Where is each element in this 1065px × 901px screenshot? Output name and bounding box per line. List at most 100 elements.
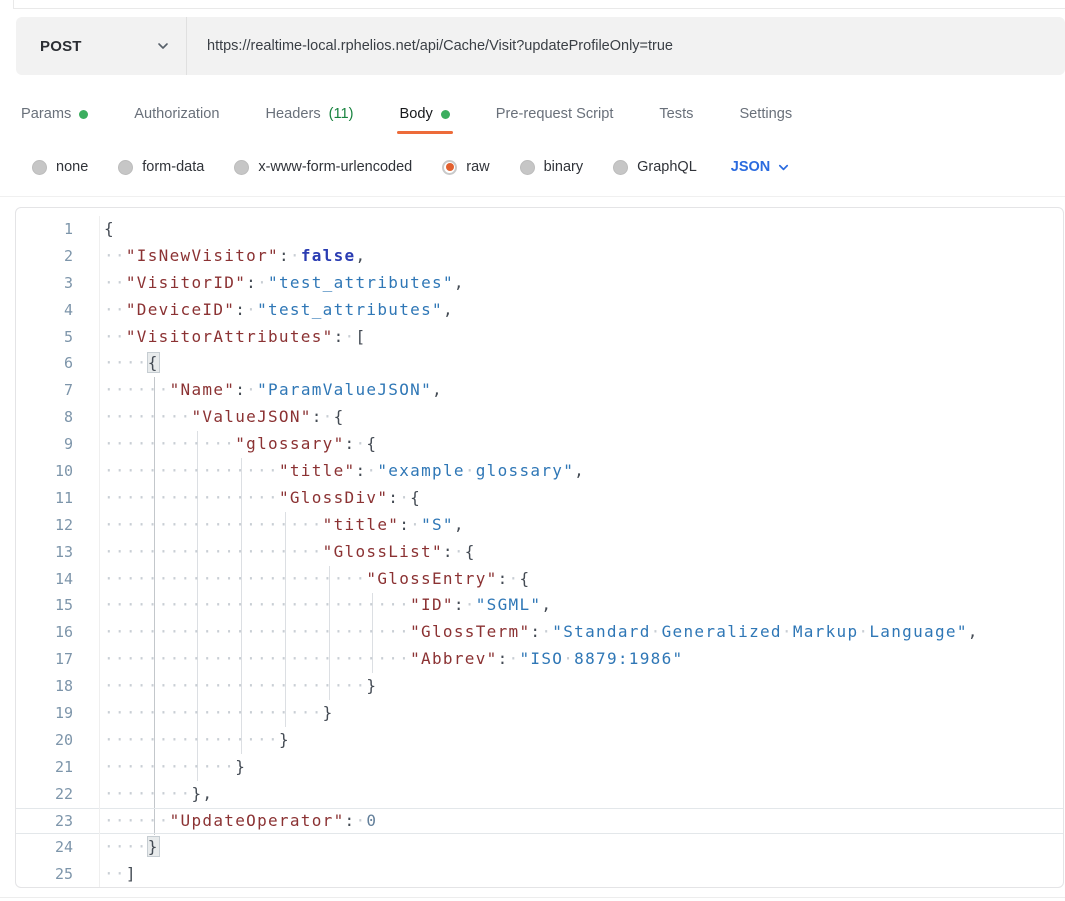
whitespace-dots: ············ [104, 434, 235, 453]
token-p: : [530, 622, 541, 641]
token-p: : [355, 461, 366, 480]
whitespace-dots: ·· [104, 300, 126, 319]
code-line[interactable]: 6····{ [16, 350, 1063, 377]
code-line[interactable]: 3··"VisitorID":·"test_attributes", [16, 270, 1063, 297]
body-mode-label: none [56, 159, 88, 175]
whitespace-dots: · [345, 327, 356, 346]
tab-headers[interactable]: Headers(11) [265, 94, 353, 134]
code-line[interactable]: 8········"ValueJSON":·{ [16, 404, 1063, 431]
body-mode-none[interactable]: none [32, 159, 88, 175]
code-line[interactable]: 7······"Name":·"ParamValueJSON", [16, 377, 1063, 404]
token-p: : [235, 380, 246, 399]
token-num: 0 [366, 811, 377, 830]
whitespace-dots: ························ [104, 569, 366, 588]
code-line[interactable]: 9············"glossary":·{ [16, 431, 1063, 458]
tab-pre-request-script[interactable]: Pre-request Script [496, 94, 614, 134]
line-number: 22 [16, 781, 100, 808]
token-str: "SGML" [476, 595, 542, 614]
code-line[interactable]: 4··"DeviceID":·"test_attributes", [16, 297, 1063, 324]
token-p: { [366, 434, 377, 453]
whitespace-dots: · [509, 569, 520, 588]
token-p: , [541, 595, 552, 614]
whitespace-dots: ···················· [104, 703, 323, 722]
token-p: : [454, 595, 465, 614]
token-p: : [279, 246, 290, 265]
line-number: 7 [16, 377, 100, 404]
token-pm: { [148, 353, 159, 372]
token-p: { [104, 219, 115, 238]
tab-body[interactable]: Body [400, 94, 450, 134]
line-number: 8 [16, 404, 100, 431]
code-line[interactable]: 19····················} [16, 700, 1063, 727]
section-divider [0, 196, 1065, 197]
code-line[interactable]: 5··"VisitorAttributes":·[ [16, 324, 1063, 351]
token-str: Markup [793, 622, 859, 641]
request-tabs: Params Authorization Headers(11) Body Pre-re… [21, 94, 792, 134]
whitespace-dots: · [246, 300, 257, 319]
body-mode-raw[interactable]: raw [442, 159, 489, 175]
code-line[interactable]: 24····} [16, 834, 1063, 861]
token-p: , [454, 273, 465, 292]
method-label: POST [40, 38, 82, 55]
code-line[interactable]: 16····························"GlossTerm… [16, 619, 1063, 646]
body-mode-graphql[interactable]: GraphQL [613, 159, 697, 175]
radio-icon [613, 160, 628, 175]
url-input[interactable]: https://realtime-local.rphelios.net/api/… [187, 38, 673, 54]
body-mode-x-www-form-urlencoded[interactable]: x-www-form-urlencoded [234, 159, 412, 175]
code-line[interactable]: 25··] [16, 861, 1063, 888]
code-line[interactable]: 21············} [16, 754, 1063, 781]
code-line[interactable]: 20················} [16, 727, 1063, 754]
modified-dot-icon [441, 110, 450, 119]
code-line[interactable]: 2··"IsNewVisitor":·false, [16, 243, 1063, 270]
token-key: "ValueJSON" [191, 407, 311, 426]
code-line[interactable]: 15····························"ID":·"SGM… [16, 592, 1063, 619]
line-number: 2 [16, 243, 100, 270]
tab-authorization[interactable]: Authorization [134, 94, 219, 134]
code-line[interactable]: 23······"UpdateOperator":·0 [16, 808, 1063, 835]
line-number: 18 [16, 673, 100, 700]
code-line[interactable]: 17····························"Abbrev":·… [16, 646, 1063, 673]
token-key: "Abbrev" [410, 649, 497, 668]
whitespace-dots: · [366, 461, 377, 480]
code-line[interactable]: 13····················"GlossList":·{ [16, 539, 1063, 566]
body-editor[interactable]: 1{2··"IsNewVisitor":·false,3··"VisitorID… [15, 207, 1064, 888]
tab-label: Body [400, 106, 433, 122]
tab-params[interactable]: Params [21, 94, 88, 134]
code-line[interactable]: 1{ [16, 216, 1063, 243]
radio-icon [442, 160, 457, 175]
code-text: ····{ [100, 350, 159, 377]
code-line[interactable]: 22········}, [16, 781, 1063, 808]
body-mode-binary[interactable]: binary [520, 159, 584, 175]
tab-settings[interactable]: Settings [739, 94, 792, 134]
code-line[interactable]: 14························"GlossEntry":·… [16, 566, 1063, 593]
raw-language-selector[interactable]: JSON [731, 159, 791, 175]
whitespace-dots: ···················· [104, 515, 323, 534]
token-p: : [345, 434, 356, 453]
token-pm: } [148, 837, 159, 856]
radio-icon [32, 160, 47, 175]
body-mode-label: form-data [142, 159, 204, 175]
line-number: 16 [16, 619, 100, 646]
tab-label: Tests [659, 106, 693, 122]
code-text: ····················"title":·"S", [100, 512, 465, 539]
code-line[interactable]: 12····················"title":·"S", [16, 512, 1063, 539]
line-number: 25 [16, 861, 100, 888]
token-key: "IsNewVisitor" [126, 246, 279, 265]
token-p: { [410, 488, 421, 507]
code-text: ····················} [100, 700, 334, 727]
code-line[interactable]: 10················"title":·"example·glos… [16, 458, 1063, 485]
code-line[interactable]: 11················"GlossDiv":·{ [16, 485, 1063, 512]
whitespace-dots: · [257, 273, 268, 292]
panel-top-border [13, 8, 1065, 9]
code-text: ······"Name":·"ParamValueJSON", [100, 377, 443, 404]
token-p: : [334, 327, 345, 346]
method-selector[interactable]: POST [16, 17, 186, 75]
tab-tests[interactable]: Tests [659, 94, 693, 134]
whitespace-dots: ······ [104, 380, 170, 399]
line-number: 21 [16, 754, 100, 781]
token-p: } [323, 703, 334, 722]
body-mode-form-data[interactable]: form-data [118, 159, 204, 175]
code-text: ····························"Abbrev":·"I… [100, 646, 683, 673]
chevron-down-icon [777, 161, 790, 174]
code-line[interactable]: 18························} [16, 673, 1063, 700]
